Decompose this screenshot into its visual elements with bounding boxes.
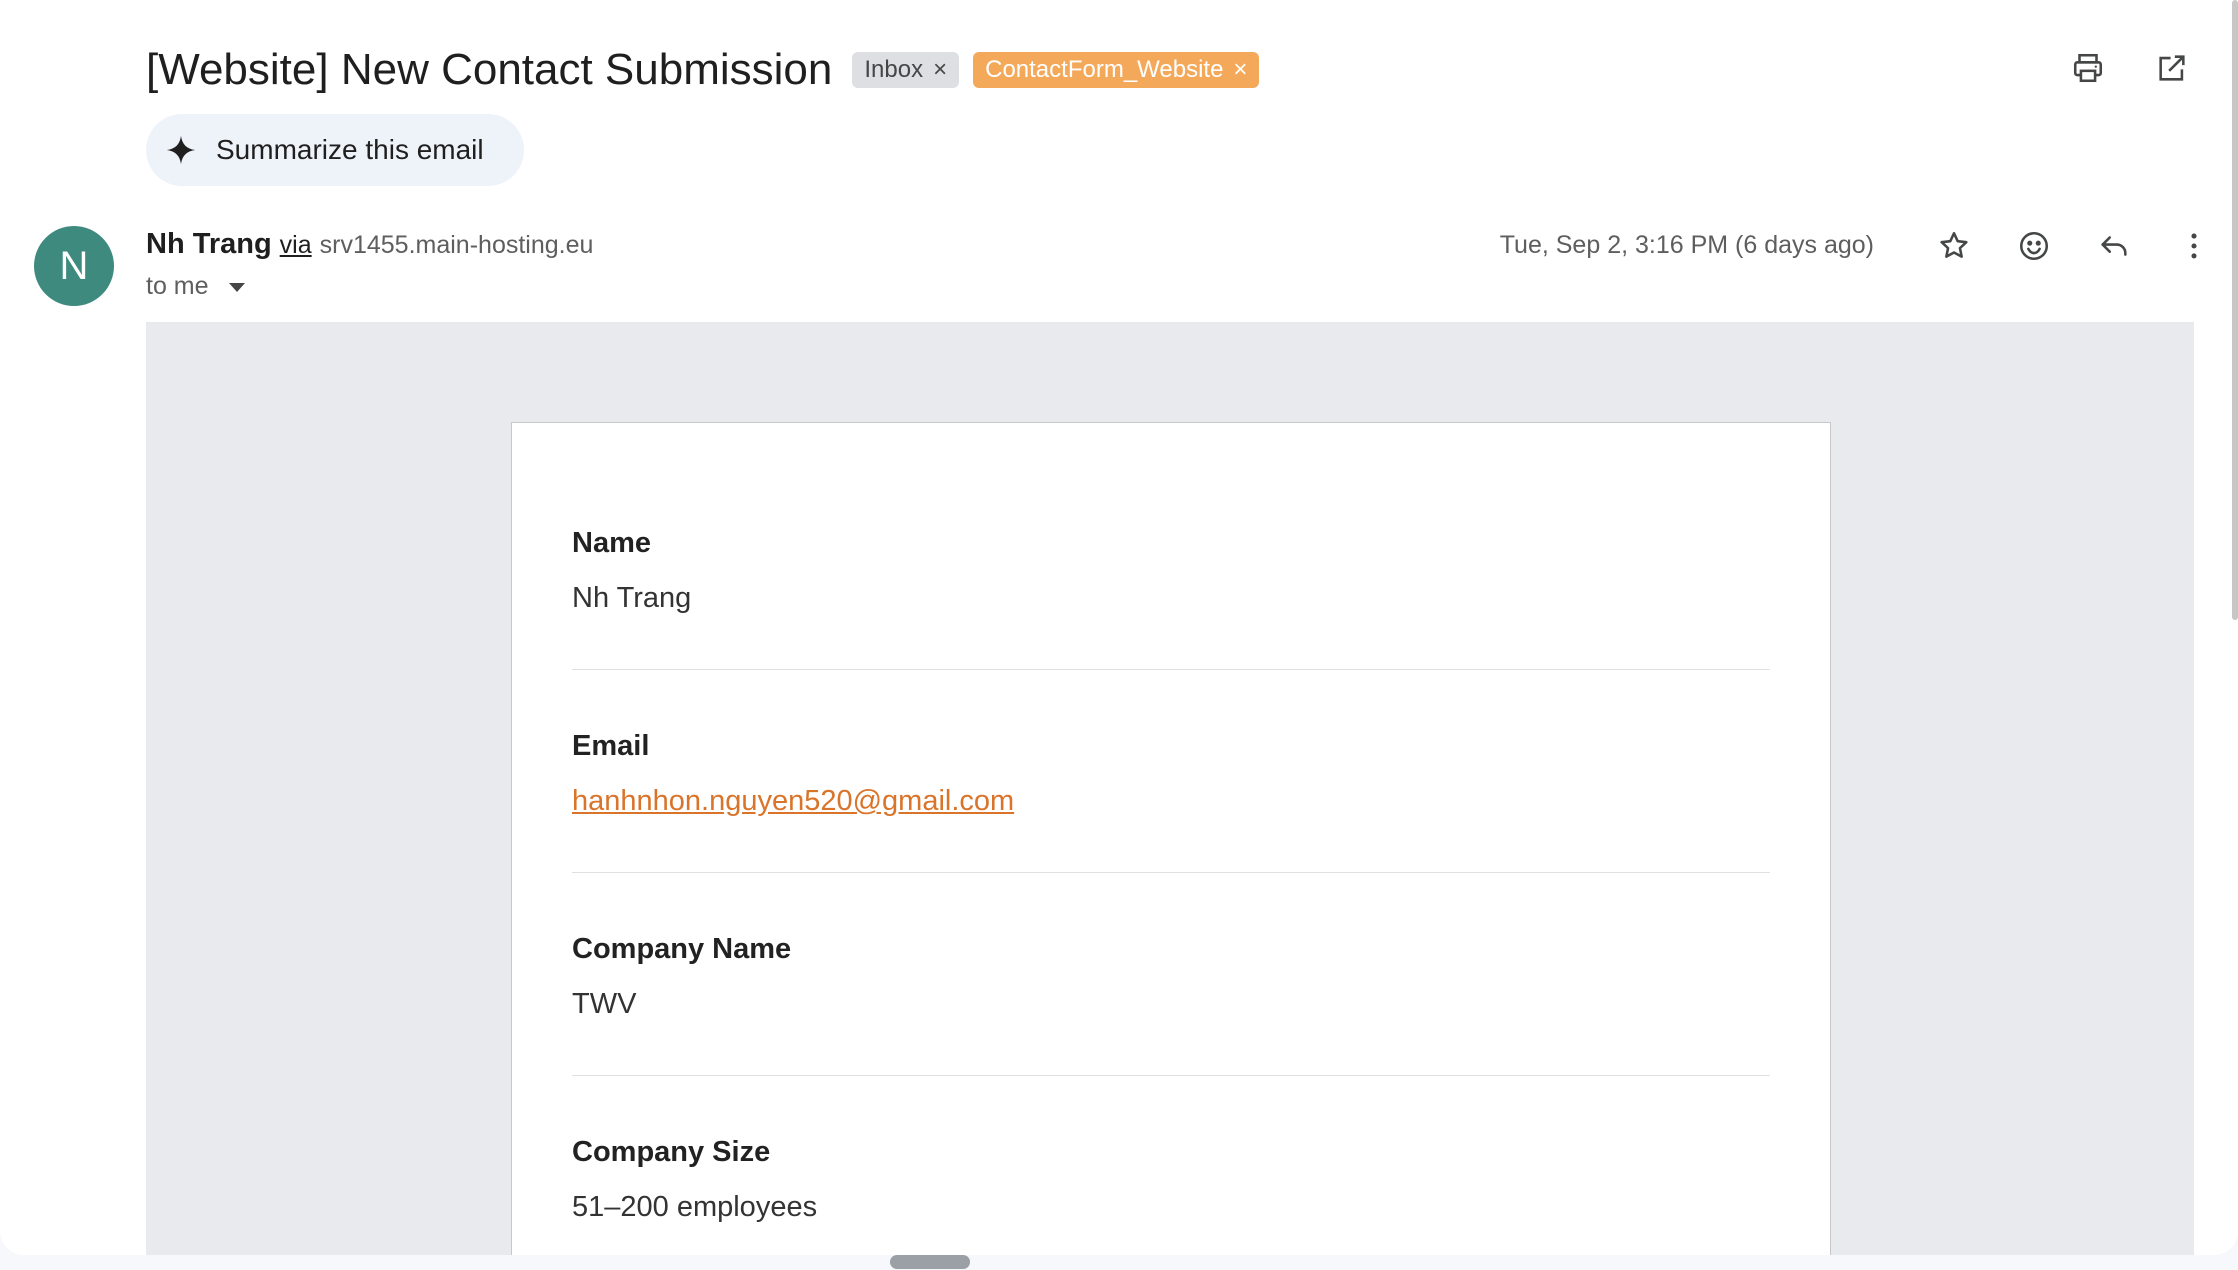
chevron-down-icon	[228, 283, 245, 292]
message-actions	[1932, 224, 2216, 268]
print-icon[interactable]	[2066, 46, 2110, 90]
email-view: [Website] New Contact Submission Inbox ×…	[0, 0, 2238, 1255]
field-value: 51–200 employees	[572, 1191, 818, 1223]
sparkle-icon	[166, 135, 196, 165]
emoji-reaction-icon[interactable]	[2012, 224, 2056, 268]
reply-icon[interactable]	[2092, 224, 2136, 268]
label-contactform[interactable]: ContactForm_Website ×	[973, 52, 1260, 88]
remove-label-contactform-icon[interactable]: ×	[1233, 58, 1247, 82]
star-icon[interactable]	[1932, 224, 1976, 268]
email-body: Name Nh Trang Email hanhnhon.nguyen520@g…	[146, 322, 2194, 1255]
open-in-new-window-icon[interactable]	[2150, 46, 2194, 90]
sender-line: Nh Trang via srv1455.main-hosting.eu	[146, 228, 593, 261]
label-contactform-text: ContactForm_Website	[985, 56, 1224, 83]
vertical-scrollbar[interactable]	[2232, 0, 2238, 620]
avatar-initial: N	[59, 243, 89, 288]
resize-handle[interactable]	[890, 1255, 970, 1269]
summarize-label: Summarize this email	[216, 134, 484, 165]
via-link[interactable]: via	[280, 231, 312, 260]
recipients-text: to me	[146, 272, 209, 300]
form-submission-card: Name Nh Trang Email hanhnhon.nguyen520@g…	[511, 422, 1831, 1255]
email-link[interactable]: hanhnhon.nguyen520@gmail.com	[572, 785, 1770, 818]
field-name: Name Nh Trang	[572, 423, 1770, 670]
email-subject: [Website] New Contact Submission	[146, 45, 833, 94]
field-company-name: Company Name TWV	[572, 933, 1770, 1076]
field-label: Email	[572, 730, 650, 762]
label-inbox[interactable]: Inbox ×	[852, 52, 960, 88]
more-options-icon[interactable]	[2172, 224, 2216, 268]
sender-name[interactable]: Nh Trang	[146, 228, 272, 261]
field-value: Nh Trang	[572, 582, 692, 614]
avatar[interactable]: N	[34, 226, 114, 306]
remove-label-inbox-icon[interactable]: ×	[933, 58, 947, 82]
field-company-size: Company Size 51–200 employees	[572, 1136, 1770, 1255]
subject-row: [Website] New Contact Submission Inbox ×…	[146, 40, 1260, 100]
recipients-toggle[interactable]: to me	[146, 272, 245, 301]
field-label: Name	[572, 527, 651, 559]
sender-host: srv1455.main-hosting.eu	[319, 231, 594, 259]
summarize-button[interactable]: Summarize this email	[146, 114, 524, 186]
thread-actions	[2066, 46, 2194, 90]
field-label: Company Name	[572, 933, 792, 965]
email-date: Tue, Sep 2, 3:16 PM (6 days ago)	[1499, 231, 1874, 259]
field-value: TWV	[572, 988, 637, 1020]
field-label: Company Size	[572, 1136, 771, 1168]
label-inbox-text: Inbox	[864, 56, 924, 83]
field-email: Email hanhnhon.nguyen520@gmail.com	[572, 730, 1770, 873]
